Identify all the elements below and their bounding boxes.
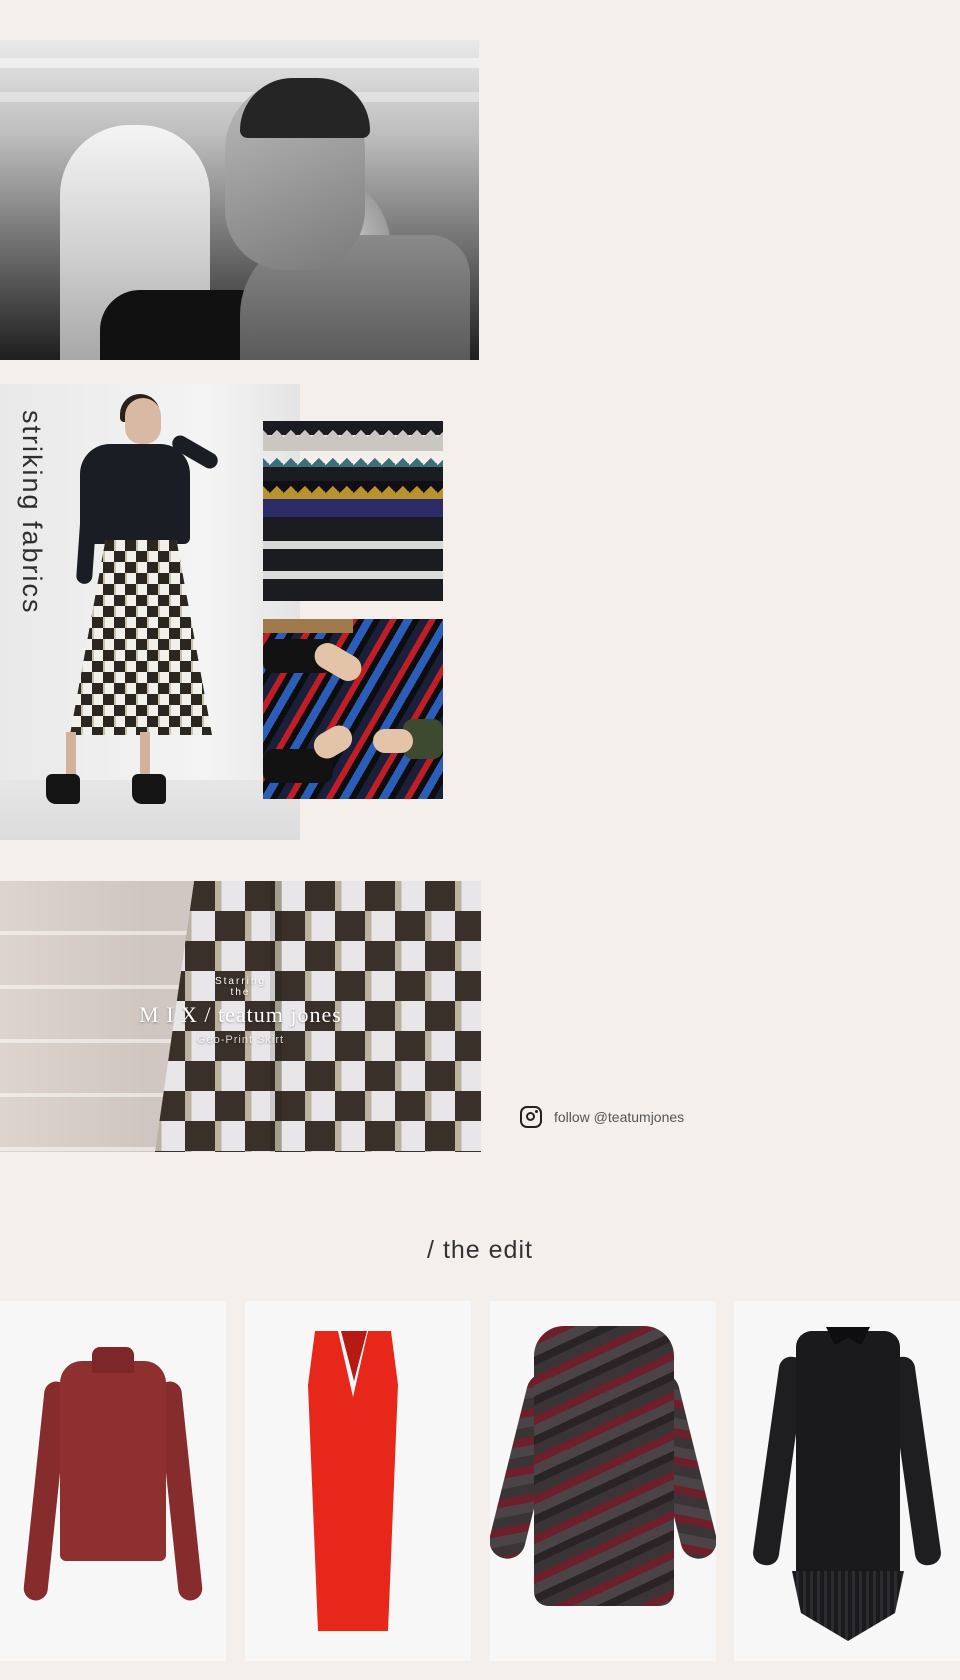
weaving-hands-photo — [263, 619, 443, 799]
product-card-shirt-dress[interactable] — [734, 1301, 960, 1661]
designers-photo — [0, 40, 479, 360]
feature-starring-text: Starring the — [0, 976, 481, 998]
feature-product-name: Geo-Print Skirt — [196, 1034, 285, 1046]
product-card-sweater[interactable] — [0, 1301, 226, 1661]
feature-starring-line2: the — [230, 987, 251, 998]
feature-brand: M I X / teatum jones — [139, 1002, 342, 1027]
section-title-the-edit: / the edit — [427, 1236, 533, 1264]
product-card-coat[interactable] — [490, 1301, 716, 1661]
section-title-striking-fabrics: striking fabrics — [17, 410, 47, 615]
follow-label: follow @teatumjones — [554, 1109, 685, 1125]
fabric-swatch-photo — [263, 421, 443, 601]
product-card-dress[interactable] — [245, 1301, 471, 1661]
feature-starring-line1: Starring — [214, 976, 266, 987]
instagram-follow-link[interactable]: follow @teatumjones — [520, 1104, 684, 1130]
instagram-icon — [520, 1106, 542, 1128]
